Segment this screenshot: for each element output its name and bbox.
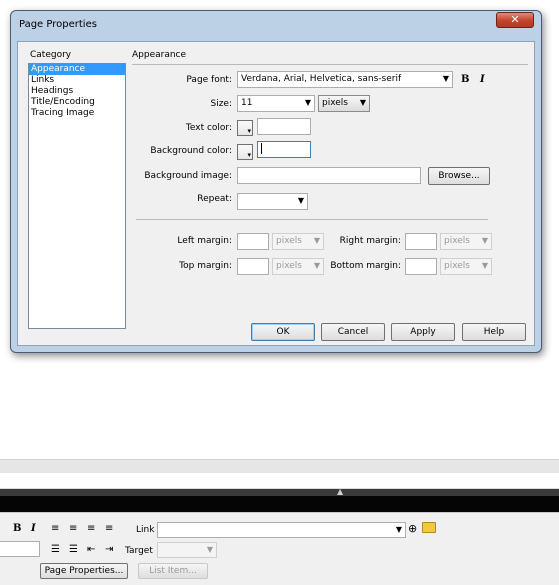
panel-splitter[interactable]: ▲ [0,487,559,496]
bottom-margin-unit-value: pixels [444,261,470,271]
size-unit-select[interactable]: pixels ▼ [318,95,370,112]
background-image-label: Background image: [144,171,232,181]
chevron-down-icon: ▼ [206,545,213,554]
bottom-margin-unit-select[interactable]: pixels ▼ [440,258,492,275]
page-font-select[interactable]: Verdana, Arial, Helvetica, sans-serif ▼ [237,71,453,88]
document-panel-divider [0,459,559,473]
list-item-button[interactable]: List Item... [138,563,208,579]
right-margin-unit-select[interactable]: pixels ▼ [440,233,492,250]
category-item-tracing-image[interactable]: Tracing Image [29,108,125,119]
dialog-body: Category Appearance Links Headings Title… [17,41,535,346]
link-label: Link [136,525,155,535]
page-properties-dialog: Page Properties ✕ Category Appearance Li… [10,10,542,353]
italic-icon[interactable]: I [31,523,36,534]
top-margin-unit-select[interactable]: pixels ▼ [272,258,324,275]
size-value: 11 [241,98,253,108]
repeat-select[interactable]: ▼ [237,193,308,210]
align-justify-icon[interactable]: ≡ [105,524,113,534]
bottom-margin-field[interactable] [405,258,437,275]
right-margin-unit-value: pixels [444,236,470,246]
align-left-icon[interactable]: ≡ [51,524,59,534]
section-title: Appearance [132,50,187,60]
left-margin-unit-value: pixels [276,236,302,246]
size-select[interactable]: 11 ▼ [237,95,315,112]
category-item-links[interactable]: Links [29,75,125,86]
right-margin-label: Right margin: [339,236,401,246]
close-icon: ✕ [510,13,520,26]
left-margin-label: Left margin: [177,236,232,246]
folder-icon[interactable] [422,522,436,533]
cancel-button[interactable]: Cancel [321,323,385,341]
right-margin-field[interactable] [405,233,437,250]
chevron-down-icon: ▼ [442,74,449,83]
unordered-list-icon[interactable]: ☰ [51,545,60,555]
size-unit-value: pixels [322,98,348,108]
background-image-field[interactable] [237,167,421,184]
ordered-list-icon[interactable]: ☰ [69,545,78,555]
chevron-down-icon: ▼ [395,525,402,534]
chevron-down-icon: ▼ [481,236,488,245]
size-label: Size: [210,99,232,109]
background-color-field[interactable] [257,141,311,158]
text-color-swatch[interactable]: ▾ [237,120,253,136]
apply-button[interactable]: Apply [391,323,455,341]
top-margin-unit-value: pixels [276,261,302,271]
indent-icon[interactable]: ⇥ [105,545,113,555]
point-to-file-icon[interactable]: ⊕ [408,523,417,534]
category-item-appearance[interactable]: Appearance [29,64,125,75]
top-margin-field[interactable] [237,258,269,275]
property-inspector: B I ≡ ≡ ≡ ≡ Link ▼ ⊕ ☰ ☰ ⇤ ⇥ Target ▼ Pa… [0,512,559,585]
ok-button[interactable]: OK [251,323,315,341]
page-font-label: Page font: [186,75,232,85]
category-list[interactable]: Appearance Links Headings Title/Encoding… [28,63,126,329]
left-margin-unit-select[interactable]: pixels ▼ [272,233,324,250]
page-font-value: Verdana, Arial, Helvetica, sans-serif [241,74,402,84]
bold-icon[interactable]: B [13,523,21,534]
chevron-down-icon: ▼ [304,98,311,107]
bold-icon[interactable]: B [461,74,469,85]
page-properties-button[interactable]: Page Properties... [40,563,128,579]
background-color-label: Background color: [150,146,232,156]
category-heading: Category [30,50,72,60]
margins-divider [136,219,488,220]
outdent-icon[interactable]: ⇤ [87,545,95,555]
expand-arrow-icon[interactable]: ▲ [337,487,343,496]
top-margin-label: Top margin: [179,261,232,271]
dialog-title: Page Properties [19,19,97,30]
left-margin-field[interactable] [237,233,269,250]
chevron-down-icon: ▼ [481,261,488,270]
panel-header-bar [0,496,559,512]
browse-button[interactable]: Browse... [428,167,490,185]
repeat-label: Repeat: [197,194,232,204]
target-label: Target [125,546,153,556]
title-bar[interactable]: Page Properties ✕ [11,11,541,39]
chevron-down-icon: ▼ [297,196,304,205]
background-color-swatch[interactable]: ▾ [237,144,253,160]
align-right-icon[interactable]: ≡ [87,524,95,534]
category-item-headings[interactable]: Headings [29,86,125,97]
category-item-title-encoding[interactable]: Title/Encoding [29,97,125,108]
target-select[interactable]: ▼ [157,542,217,558]
section-divider [132,64,528,65]
text-color-label: Text color: [185,123,232,133]
chevron-down-icon: ▼ [359,98,366,107]
italic-icon[interactable]: I [480,74,485,85]
color-picker-icon: ▾ [247,151,251,159]
help-button[interactable]: Help [462,323,526,341]
text-color-field[interactable] [257,118,311,135]
format-field[interactable] [0,541,40,557]
align-center-icon[interactable]: ≡ [69,524,77,534]
bottom-margin-label: Bottom margin: [330,261,401,271]
link-field[interactable]: ▼ [157,522,406,538]
close-button[interactable]: ✕ [496,12,534,28]
color-picker-icon: ▾ [247,127,251,135]
text-caret [261,143,262,154]
